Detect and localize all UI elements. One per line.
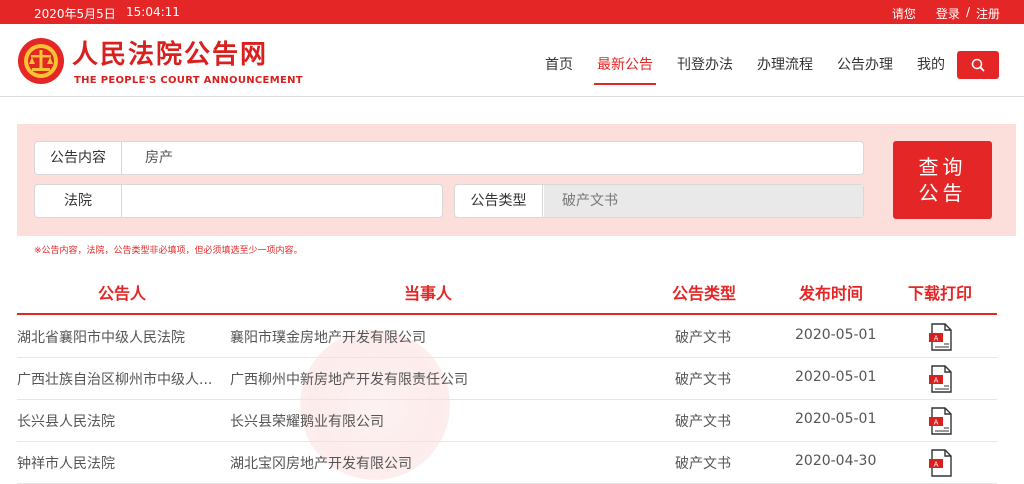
nav-publish-method[interactable]: 刊登办法 [665, 24, 745, 97]
search-icon [971, 58, 985, 72]
row-announcer: 广西壮族自治区柳州市中级人... [17, 372, 213, 388]
svg-text:A: A [934, 335, 939, 343]
nav-handle[interactable]: 公告办理 [825, 24, 905, 97]
current-time: 15:04:11 [126, 5, 180, 19]
nav-mine[interactable]: 我的 [905, 24, 957, 97]
current-date: 2020年5月5日 [34, 7, 116, 21]
row-party[interactable]: 广西柳州中新房地产开发有限责任公司 [230, 369, 468, 389]
query-button[interactable]: 查询 公告 [893, 141, 992, 219]
content-input[interactable]: 房产 [145, 142, 173, 174]
nav-home[interactable]: 首页 [533, 24, 585, 97]
row-type: 破产文书 [675, 372, 731, 388]
row-date: 2020-04-30 [795, 453, 877, 469]
table-row[interactable]: 长兴县人民法院 长兴县荣耀鹅业有限公司 破产文书 2020-05-01 A [17, 400, 997, 442]
table-header: 公告人 当事人 公告类型 发布时间 下载打印 [17, 268, 997, 315]
link-separator: / [965, 5, 970, 19]
query-button-line2: 公告 [918, 181, 967, 205]
row-type: 破产文书 [675, 456, 731, 472]
header-search-button[interactable] [957, 51, 999, 79]
site-subtitle: THE PEOPLE'S COURT ANNOUNCEMENT [74, 75, 303, 86]
row-announcer: 湖北省襄阳市中级人民法院 [17, 330, 185, 346]
account-links: 请您 登录 / 注册 [892, 5, 1000, 22]
pdf-icon[interactable]: A [929, 365, 953, 393]
table-row[interactable]: 湖北省襄阳市中级人民法院 襄阳市璞金房地产开发有限公司 破产文书 2020-05… [17, 316, 997, 358]
row-party[interactable]: 湖北宝冈房地产开发有限公司 [230, 453, 412, 473]
nav-latest[interactable]: 最新公告 [585, 24, 665, 97]
pdf-icon[interactable]: A [929, 407, 953, 435]
query-button-line1: 查询 [918, 155, 967, 179]
table-row[interactable]: 广西壮族自治区柳州市中级人... 广西柳州中新房地产开发有限责任公司 破产文书 … [17, 358, 997, 400]
svg-text:A: A [934, 419, 939, 427]
col-date: 发布时间 [799, 284, 864, 303]
row-type: 破产文书 [675, 330, 731, 346]
svg-text:A: A [934, 377, 939, 385]
pdf-icon[interactable]: A [929, 323, 953, 351]
search-hint: ※公告内容，法院，公告类型非必填项，但必须填选至少一项内容。 [34, 246, 303, 256]
site-title[interactable]: 人民法院公告网 [72, 34, 268, 71]
content-label: 公告内容 [35, 142, 122, 174]
top-bar: 2020年5月5日 15:04:11 请您 登录 / 注册 [0, 0, 1024, 24]
row-date: 2020-05-01 [795, 327, 877, 343]
greeting-text: 请您 [891, 7, 916, 21]
type-select[interactable]: 破产文书 [544, 185, 863, 217]
login-link[interactable]: 登录 [936, 5, 960, 22]
type-field[interactable]: 公告类型 破产文书 [454, 184, 864, 218]
col-download: 下载打印 [908, 284, 973, 303]
row-party[interactable]: 长兴县荣耀鹅业有限公司 [230, 411, 384, 431]
row-type: 破产文书 [675, 414, 731, 430]
court-field[interactable]: 法院 [34, 184, 443, 218]
row-announcer: 长兴县人民法院 [17, 414, 115, 430]
row-announcer: 钟祥市人民法院 [17, 456, 115, 472]
type-label: 公告类型 [455, 185, 543, 217]
col-announcer: 公告人 [98, 284, 147, 303]
pdf-icon[interactable]: A [929, 449, 953, 477]
table-row[interactable]: 钟祥市人民法院 湖北宝冈房地产开发有限公司 破产文书 2020-04-30 A [17, 442, 997, 484]
col-type: 公告类型 [672, 284, 737, 303]
main-nav: 首页 最新公告 刊登办法 办理流程 公告办理 我的 [533, 24, 957, 97]
court-label: 法院 [35, 185, 122, 217]
register-link[interactable]: 注册 [976, 5, 1000, 22]
nav-process[interactable]: 办理流程 [745, 24, 825, 97]
content-field[interactable]: 公告内容 房产 [34, 141, 864, 175]
row-date: 2020-05-01 [795, 369, 877, 385]
row-party[interactable]: 襄阳市璞金房地产开发有限公司 [230, 327, 426, 347]
col-party: 当事人 [404, 284, 453, 303]
site-header: 人民法院公告网 THE PEOPLE'S COURT ANNOUNCEMENT … [0, 24, 1024, 97]
row-date: 2020-05-01 [795, 411, 877, 427]
court-emblem-icon [18, 38, 64, 84]
search-panel: 公告内容 房产 法院 公告类型 破产文书 查询 公告 [17, 124, 1016, 236]
